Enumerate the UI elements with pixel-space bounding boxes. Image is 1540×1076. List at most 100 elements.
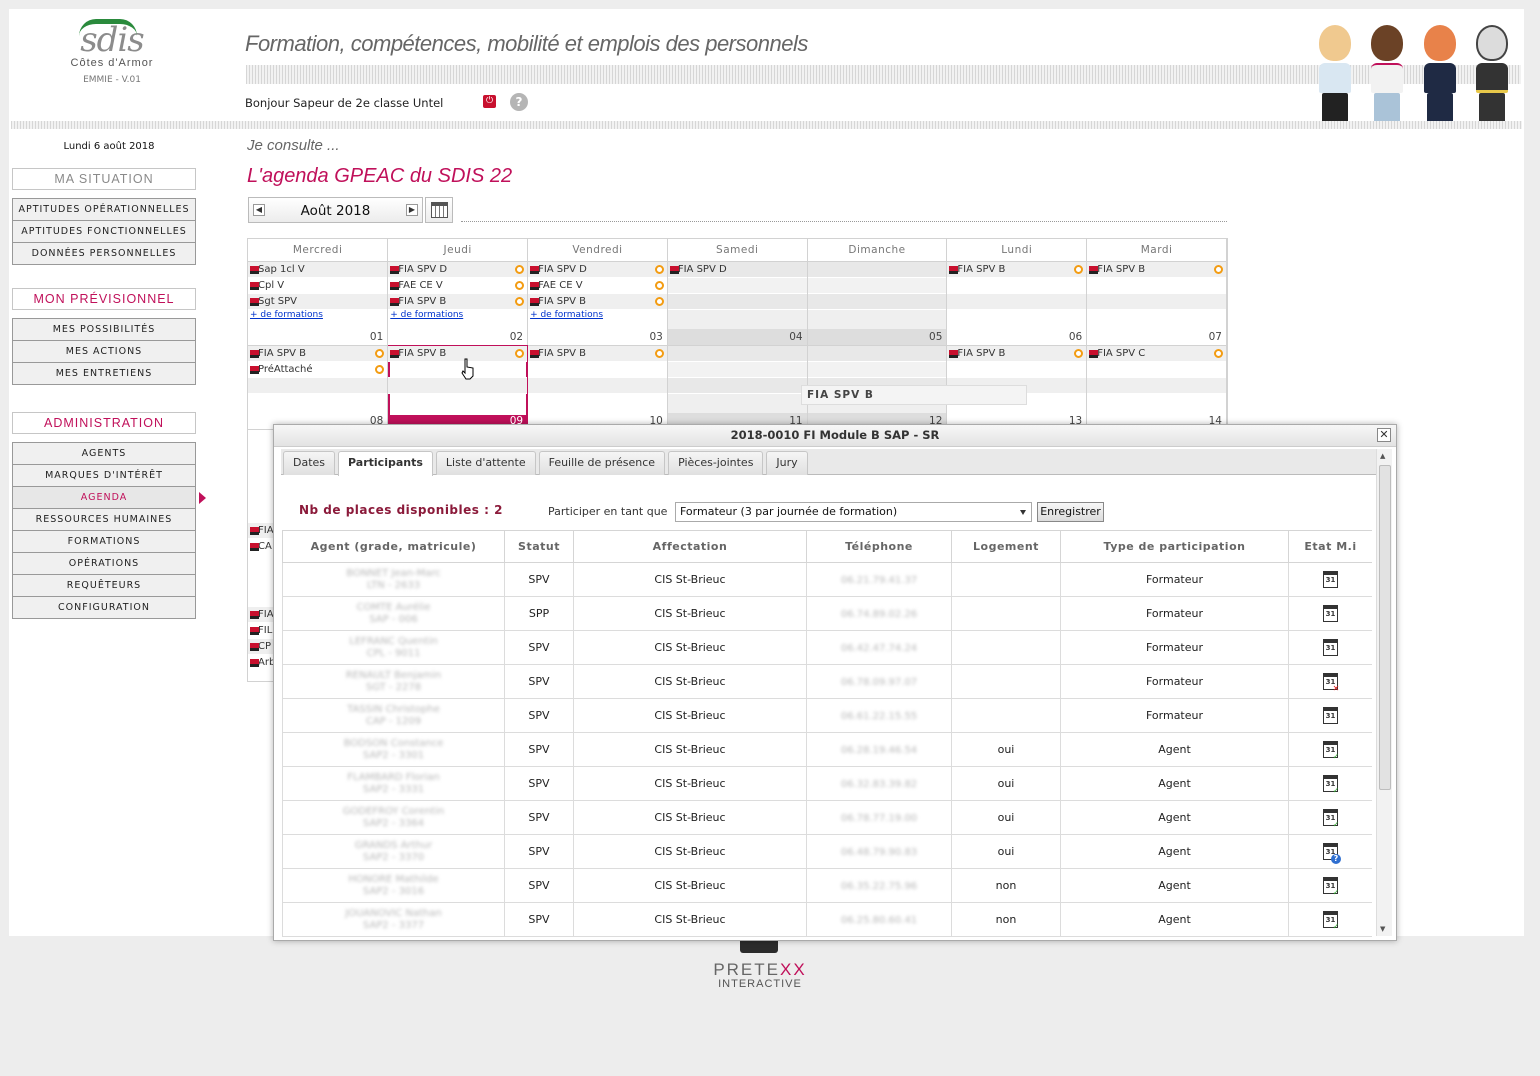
calendar-day-cell[interactable]: FIA SPV B 06 <box>946 261 1088 346</box>
calendar-validated-icon[interactable]: 31 ✓ <box>1323 877 1339 897</box>
flag-icon <box>250 611 259 619</box>
status-cell: SPV <box>504 868 574 903</box>
calendar-day-cell[interactable]: FIA SPV B 09 <box>387 345 529 430</box>
sidebar-item-donnees-personnelles[interactable]: DONNÉES PERSONNELLES <box>13 243 195 265</box>
sidebar-item-aptitudes-fonctionnelles[interactable]: APTITUDES FONCTIONNELLES <box>13 221 195 243</box>
phone-number: 06.48.79.90.83 <box>840 846 918 858</box>
calendar-day-cell[interactable]: FIA SPV D FAE CE V FIA SPV B + de formation… <box>527 261 668 346</box>
calendar-event[interactable]: Arb <box>248 655 274 671</box>
table-row[interactable]: RENAULT Benjamin SGT - 2278 SPV CIS St-Brie… <box>282 664 1372 699</box>
calendar-day-cell[interactable]: 11 <box>667 345 808 430</box>
calendar-event[interactable]: FAE CE V <box>528 278 667 294</box>
more-trainings-link[interactable]: + de formations <box>528 310 667 324</box>
calendar-icon[interactable]: 31 <box>1323 707 1338 724</box>
calendar-event[interactable]: FAE CE V <box>388 278 528 294</box>
help-icon[interactable]: ? <box>510 93 528 111</box>
calendar-event[interactable]: FIA SPV B <box>947 261 1087 278</box>
calendar-event[interactable]: FIA <box>248 523 274 539</box>
lifebuoy-icon <box>515 280 525 290</box>
calendar-event[interactable]: FIA SPV D <box>667 261 807 278</box>
calendar-event[interactable]: Cpl V <box>248 278 388 294</box>
close-icon[interactable]: ✕ <box>1377 428 1391 442</box>
power-icon[interactable]: ⏻ <box>483 95 496 108</box>
table-row[interactable]: GODEFROY Corentin SAP2 - 3364 SPV CIS St-Br… <box>282 800 1372 835</box>
calendar-validated-icon[interactable]: 31 ✓ <box>1323 911 1339 931</box>
calendar-day-cell[interactable]: FIA SPV B PréAttaché 08 <box>248 345 389 430</box>
tab-dates[interactable]: Dates <box>283 451 336 475</box>
sidebar-item-mes-entretiens[interactable]: MES ENTRETIENS <box>13 363 195 385</box>
dialog-scrollbar[interactable]: ▲ ▼ <box>1376 449 1392 936</box>
section-title-ma-situation[interactable]: MA SITUATION <box>12 168 196 190</box>
calendar-event[interactable]: FIA SPV B <box>388 293 528 310</box>
calendar-event[interactable]: FIA SPV B <box>947 345 1087 362</box>
calendar-event[interactable]: FIA SPV B <box>248 345 388 362</box>
more-trainings-link[interactable]: + de formations <box>388 310 527 324</box>
table-row[interactable]: BONNET Jean-Marc LTN - 2633 SPV CIS St-Brie… <box>282 562 1372 597</box>
sidebar-item-agents[interactable]: AGENTS <box>13 443 195 465</box>
calendar-event[interactable]: CP <box>248 639 274 655</box>
calendar-pending-icon[interactable]: 31? <box>1323 843 1341 864</box>
sidebar-item-configuration[interactable]: CONFIGURATION <box>13 597 195 619</box>
table-row[interactable]: FLAMBARD Florian SAP2 - 3331 SPV CIS St-Bri… <box>282 766 1372 801</box>
table-row[interactable]: COMTE Aurélie SAP - 006 SPP CIS St-Brieuc 06… <box>282 596 1372 631</box>
calendar-event[interactable]: Sgt SPV <box>248 293 388 310</box>
section-title-administration[interactable]: ADMINISTRATION <box>12 412 196 434</box>
sidebar-item-mes-actions[interactable]: MES ACTIONS <box>13 341 195 363</box>
calendar-day-cell[interactable]: FIA SPV B 07 <box>1086 261 1227 346</box>
calendar-icon[interactable]: 31 <box>1323 639 1338 656</box>
calendar-event[interactable]: CA <box>248 539 274 555</box>
tab-jury[interactable]: Jury <box>766 451 808 475</box>
tab-feuille-de-présence[interactable]: Feuille de présence <box>538 451 666 475</box>
scrollbar-thumb[interactable] <box>1379 465 1391 790</box>
calendar-day-cell[interactable]: FIA SPV C 14 <box>1086 345 1227 430</box>
calendar-event[interactable]: FIL <box>248 623 274 639</box>
next-month-button[interactable]: ▶ <box>406 204 418 216</box>
calendar-icon[interactable]: 31 <box>1323 605 1338 622</box>
pretexx-logo[interactable]: PRETEXX INTERACTIVE <box>700 960 820 990</box>
calendar-day-cell[interactable]: Sap 1cl V Cpl V Sgt SPV + de formations 01 <box>248 261 389 346</box>
calendar-icon[interactable]: 31 <box>1323 571 1338 588</box>
calendar-day-cell[interactable]: 05 <box>807 261 948 346</box>
table-row[interactable]: BODSON Constance SAP2 - 3301 SPV CIS St-Bri… <box>282 732 1372 767</box>
calendar-event[interactable]: FIA SPV C <box>1087 345 1226 362</box>
sidebar-item-marques-interet[interactable]: MARQUES D'INTÉRÊT <box>13 465 195 487</box>
sidebar-item-ressources-humaines[interactable]: RESSOURCES HUMAINES <box>13 509 195 531</box>
sidebar-item-operations[interactable]: OPÉRATIONS <box>13 553 195 575</box>
table-row[interactable]: HONORE Mathilde SAP2 - 3016 SPV CIS St-Brie… <box>282 868 1372 903</box>
calendar-refused-icon[interactable]: 31 ✕ <box>1323 673 1339 693</box>
table-row[interactable]: GRANDS Arthur SAP2 - 3370 SPV CIS St-Brieuc… <box>282 834 1372 869</box>
sdis-logo[interactable]: sdis Côtes d'Armor EMMIE - V.01 <box>57 19 167 85</box>
calendar-event[interactable]: FIA SPV D <box>528 261 667 278</box>
calendar-validated-icon[interactable]: 31 ✓ <box>1323 741 1339 761</box>
more-trainings-link[interactable]: + de formations <box>248 310 387 324</box>
calendar-event[interactable]: FIA SPV B <box>528 293 667 310</box>
calendar-event[interactable]: PréAttaché <box>248 362 388 378</box>
calendar-validated-icon[interactable]: 31 ✓ <box>1323 809 1339 829</box>
save-button[interactable]: Enregistrer <box>1037 502 1104 522</box>
calendar-day-cell[interactable]: FIA SPV D FAE CE V FIA SPV B + de formation… <box>387 261 529 346</box>
sidebar-item-mes-possibilites[interactable]: MES POSSIBILITÉS <box>13 319 195 341</box>
table-row[interactable]: LEFRANC Quentin CPL - 9011 SPV CIS St-Brieu… <box>282 630 1372 665</box>
calendar-event[interactable]: FIA SPV B <box>1087 261 1226 278</box>
calendar-event[interactable]: FIA SPV B <box>388 345 528 362</box>
tab-pièces-jointes[interactable]: Pièces-jointes <box>668 451 764 475</box>
calendar-event[interactable]: Sap 1cl V <box>248 261 388 278</box>
calendar-day-cell[interactable]: FIA SPV B 10 <box>527 345 668 430</box>
sidebar-item-aptitudes-operationnelles[interactable]: APTITUDES OPÉRATIONNELLES <box>13 199 195 221</box>
section-title-mon-previsionnel[interactable]: MON PRÉVISIONNEL <box>12 288 196 310</box>
calendar-event[interactable]: FIA SPV B <box>528 345 667 362</box>
calendar-picker-button[interactable] <box>425 197 453 223</box>
calendar-event[interactable]: FIA SPV D <box>388 261 528 278</box>
calendar-validated-icon[interactable]: 31 ✓ <box>1323 775 1339 795</box>
participation-type-select[interactable]: Formateur (3 par journée de formation) <box>675 502 1032 522</box>
tab-participants[interactable]: Participants <box>338 451 433 476</box>
table-row[interactable]: JOUANOVIC Nathan SAP2 - 3377 SPV CIS St-Bri… <box>282 902 1372 937</box>
sidebar-item-formations[interactable]: FORMATIONS <box>13 531 195 553</box>
sidebar-item-requeteurs[interactable]: REQUÊTEURS <box>13 575 195 597</box>
calendar-day-cell[interactable]: FIA SPV D 04 <box>667 261 808 346</box>
table-row[interactable]: TASSIN Christophe CAP - 1209 SPV CIS St-Bri… <box>282 698 1372 733</box>
sidebar-item-agenda[interactable]: AGENDA <box>13 487 206 509</box>
tab-liste-d-attente[interactable]: Liste d'attente <box>435 451 536 475</box>
calendar-slot <box>807 277 947 294</box>
calendar-event[interactable]: FIA <box>248 607 274 623</box>
